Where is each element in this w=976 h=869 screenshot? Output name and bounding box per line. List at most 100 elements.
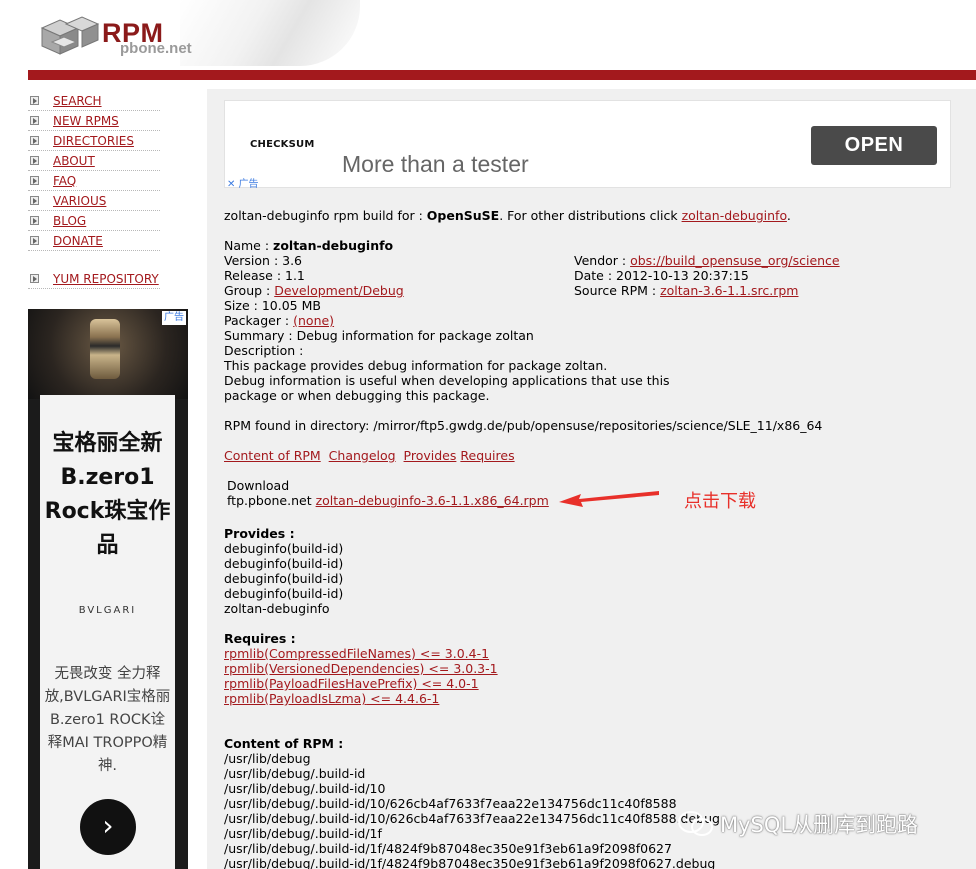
package-name-row: Name : zoltan-debuginfo [224,238,393,253]
ad-open-button[interactable]: OPEN [811,126,937,165]
sidebar-item-donate[interactable]: DONATE [28,231,160,251]
watermark-text: MySQL从删库到跑路 [720,813,919,837]
sidebar-item-label[interactable]: BLOG [53,214,86,228]
bullet-arrow-icon [30,176,39,185]
download-rpm-link[interactable]: zoltan-debuginfo-3.6-1.1.x86_64.rpm [316,493,549,508]
package-description-label: Description : [224,343,304,358]
intro-mid: . For other distributions click [499,208,682,223]
bullet-arrow-icon [30,274,39,283]
content-file: /usr/lib/debug [224,751,311,766]
site-logo[interactable]: RPM pbone.net [38,14,238,64]
bullet-arrow-icon [30,96,39,105]
download-row: ftp.pbone.net zoltan-debuginfo-3.6-1.1.x… [227,493,549,508]
sidebar-item-label[interactable]: SEARCH [53,94,102,108]
wechat-icon [678,811,713,836]
provides-heading: Provides : [224,526,295,541]
content-file: /usr/lib/debug/.build-id/1f [224,826,382,841]
requires-version[interactable]: <= 4.0-1 [417,676,478,691]
content-file: /usr/lib/debug/.build-id/10 [224,781,386,796]
ad-headline: 宝格丽全新B.zero1 Rock珠宝作品 [44,431,171,558]
packager-label: Packager : [224,313,294,328]
bullet-arrow-icon [30,156,39,165]
ad-brand-logo: CHECKSUM [250,139,315,150]
sidebar-advertisement[interactable]: 广告 宝格丽全新B.zero1 Rock珠宝作品 BVLGARI 无畏改变 全力… [28,309,188,869]
sidebar-item-new-rpms[interactable]: NEW RPMS [28,111,160,131]
package-source-row: Source RPM : zoltan-3.6-1.1.src.rpm [574,283,798,298]
ring-image [90,319,120,379]
sidebar-item-various[interactable]: VARIOUS [28,191,160,211]
content-file: /usr/lib/debug/.build-id/1f/4824f9b87048… [224,856,716,869]
tab-provides[interactable]: Provides [404,448,457,463]
requires-heading: Requires : [224,631,296,646]
wechat-watermark: MySQL从删库到跑路 [676,808,918,840]
sidebar-item-label[interactable]: YUM REPOSITORY [53,272,159,286]
package-name: zoltan-debuginfo [273,238,394,253]
main-content-panel [207,89,976,869]
package-tabs: Content of RPM Changelog Provides Requir… [224,448,515,463]
requires-item: rpmlib(VersionedDependencies) <= 3.0.3-1 [224,661,498,676]
ad-brand: BVLGARI [78,605,137,616]
package-description-line: This package provides debug information … [224,358,608,373]
requires-link[interactable]: rpmlib(VersionedDependencies) [224,661,424,676]
content-file: /usr/lib/debug/.build-id/1f/4824f9b87048… [224,841,672,856]
header-divider-bar [28,70,976,80]
source-rpm-link[interactable]: zoltan-3.6-1.1.src.rpm [660,283,798,298]
sidebar-item-label[interactable]: NEW RPMS [53,114,119,128]
requires-version[interactable]: <= 3.0.3-1 [424,661,497,676]
other-distributions-link[interactable]: zoltan-debuginfo [682,208,787,223]
sidebar-item-blog[interactable]: BLOG [28,211,160,231]
download-host: ftp.pbone.net [227,493,316,508]
sidebar-item-yum-repository[interactable]: YUM REPOSITORY [28,269,160,289]
bullet-arrow-icon [30,116,39,125]
source-label: Source RPM : [574,283,661,298]
requires-link[interactable]: rpmlib(PayloadIsLzma) [224,691,366,706]
requires-item: rpmlib(PayloadIsLzma) <= 4.4.6-1 [224,691,439,706]
bullet-arrow-icon [30,216,39,225]
provides-item: zoltan-debuginfo [224,601,330,616]
requires-link[interactable]: rpmlib(CompressedFileNames) [224,646,416,661]
package-version: Version : 3.6 [224,253,303,268]
package-date: Date : 2012-10-13 20:37:15 [574,268,749,283]
top-advertisement[interactable]: CHECKSUM More than a tester OPEN ✕ 广告 [224,100,951,190]
package-description-line: package or when debugging this package. [224,388,490,403]
sidebar-item-directories[interactable]: DIRECTORIES [28,131,160,151]
sidebar-item-about[interactable]: ABOUT [28,151,160,171]
sidebar-item-search[interactable]: SEARCH [28,91,160,111]
ad-next-arrow-icon[interactable]: › [80,799,136,855]
package-release: Release : 1.1 [224,268,305,283]
package-description-line: Debug information is useful when develop… [224,373,670,388]
requires-link[interactable]: rpmlib(PayloadFilesHavePrefix) [224,676,417,691]
requires-version[interactable]: <= 3.0.4-1 [416,646,489,661]
intro-distribution: OpenSuSE [426,208,500,223]
tab-content-of-rpm[interactable]: Content of RPM [224,448,321,463]
vendor-link[interactable]: obs://build_opensuse_org/science [630,253,840,268]
site-header: RPM pbone.net [0,0,976,70]
intro-prefix: zoltan-debuginfo rpm build for : [224,208,427,223]
name-label: Name : [224,238,274,253]
group-link[interactable]: Development/Debug [274,283,403,298]
ad-card[interactable]: 宝格丽全新B.zero1 Rock珠宝作品 BVLGARI 无畏改变 全力释放,… [40,395,175,869]
sidebar-item-label[interactable]: DONATE [53,234,103,248]
sidebar-item-faq[interactable]: FAQ [28,171,160,191]
tab-changelog[interactable]: Changelog [329,448,396,463]
requires-version[interactable]: <= 4.4.6-1 [366,691,439,706]
sidebar-item-label[interactable]: ABOUT [53,154,95,168]
content-file: /usr/lib/debug/.build-id [224,766,366,781]
bullet-arrow-icon [30,136,39,145]
cubes-logo-icon [40,16,100,55]
ad-choices-icon[interactable]: ✕ 广告 [227,175,259,190]
logo-subtext: pbone.net [120,40,192,57]
sidebar-item-label[interactable]: DIRECTORIES [53,134,134,148]
content-heading: Content of RPM : [224,736,344,751]
bullet-arrow-icon [30,236,39,245]
sidebar-item-label[interactable]: VARIOUS [53,194,106,208]
requires-item: rpmlib(PayloadFilesHavePrefix) <= 4.0-1 [224,676,479,691]
ad-badge[interactable]: 广告 [162,311,186,325]
packager-link[interactable]: (none) [293,313,334,328]
intro-end: . [786,208,791,223]
requires-item: rpmlib(CompressedFileNames) <= 3.0.4-1 [224,646,489,661]
sidebar-item-label[interactable]: FAQ [53,174,76,188]
tab-requires[interactable]: Requires [460,448,514,463]
content-file: /usr/lib/debug/.build-id/10/626cb4af7633… [224,796,677,811]
package-summary: Summary : Debug information for package … [224,328,534,343]
